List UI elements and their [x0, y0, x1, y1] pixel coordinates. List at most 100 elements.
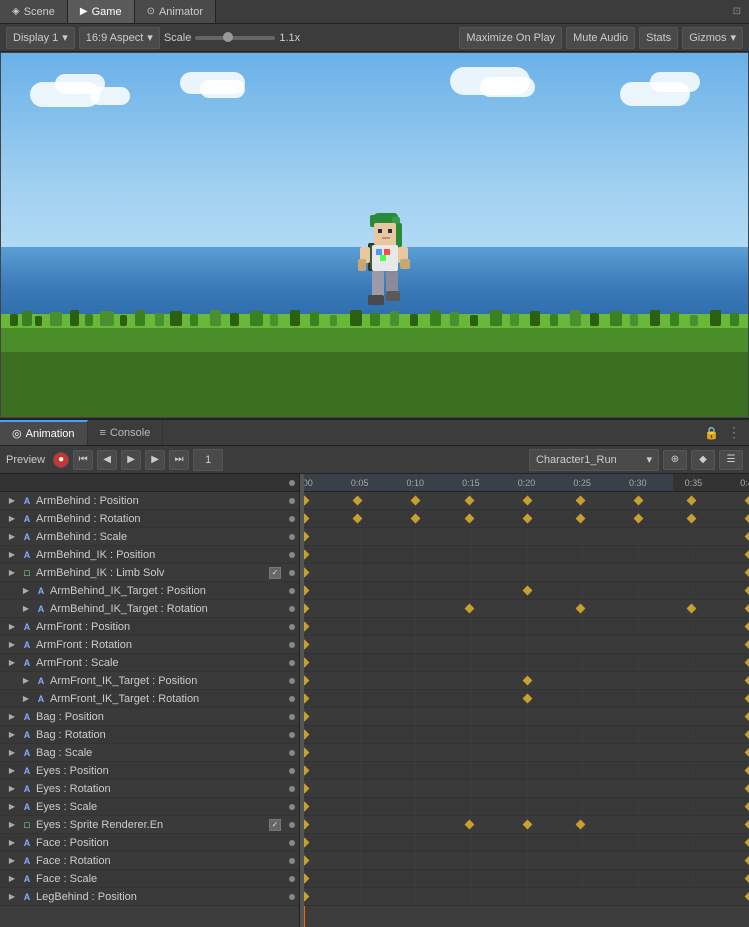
scale-slider[interactable] — [195, 36, 275, 40]
keyframe[interactable] — [745, 676, 749, 686]
keyframe[interactable] — [353, 496, 363, 506]
keyframe[interactable] — [745, 892, 749, 902]
prop-expand-arrow[interactable]: ▶ — [6, 765, 18, 777]
prop-expand-arrow[interactable]: ▶ — [6, 729, 18, 741]
property-row-arm-front-rotation[interactable]: ▶ A ArmFront : Rotation — [0, 636, 299, 654]
keyframe[interactable] — [575, 820, 585, 830]
property-row-arm-behind-ik-position[interactable]: ▶ A ArmBehind_IK : Position — [0, 546, 299, 564]
keyframe[interactable] — [522, 820, 532, 830]
prop-checkbox[interactable]: ✓ — [269, 567, 281, 579]
prop-expand-arrow[interactable]: ▶ — [6, 639, 18, 651]
keyframe[interactable] — [745, 748, 749, 758]
maximize-on-play-button[interactable]: Maximize On Play — [459, 27, 562, 49]
prop-expand-arrow[interactable]: ▶ — [6, 567, 18, 579]
keyframe[interactable] — [464, 820, 474, 830]
keyframe[interactable] — [745, 730, 749, 740]
keyframe[interactable] — [687, 496, 697, 506]
keyframe[interactable] — [353, 514, 363, 524]
keyframe[interactable] — [304, 640, 309, 650]
record-button[interactable]: ● — [53, 452, 69, 468]
keyframe[interactable] — [304, 784, 309, 794]
keyframe[interactable] — [745, 874, 749, 884]
keyframe[interactable] — [745, 766, 749, 776]
aspect-dropdown[interactable]: 16:9 Aspect ▾ — [79, 27, 160, 49]
keyframe[interactable] — [304, 856, 309, 866]
animation-name-dropdown[interactable]: Character1_Run ▾ — [529, 449, 659, 471]
keyframe[interactable] — [745, 496, 749, 506]
property-row-arm-front-scale[interactable]: ▶ A ArmFront : Scale — [0, 654, 299, 672]
keyframe[interactable] — [304, 532, 309, 542]
prop-expand-arrow[interactable]: ▶ — [20, 693, 32, 705]
property-row-face-scale[interactable]: ▶ A Face : Scale — [0, 870, 299, 888]
property-row-eyes-position[interactable]: ▶ A Eyes : Position — [0, 762, 299, 780]
keyframe[interactable] — [464, 496, 474, 506]
property-row-bag-rotation[interactable]: ▶ A Bag : Rotation — [0, 726, 299, 744]
keyframe[interactable] — [745, 604, 749, 614]
prop-expand-arrow[interactable]: ▶ — [6, 783, 18, 795]
window-controls[interactable]: ⊡ — [725, 6, 749, 17]
property-row-face-position[interactable]: ▶ A Face : Position — [0, 834, 299, 852]
property-row-arm-behind-scale[interactable]: ▶ A ArmBehind : Scale — [0, 528, 299, 546]
keyframe[interactable] — [745, 586, 749, 596]
property-row-arm-behind-ik-limbsolv[interactable]: ▶ □ ArmBehind_IK : Limb Solv ✓ — [0, 564, 299, 582]
property-row-eyes-sprite[interactable]: ▶ □ Eyes : Sprite Renderer.En ✓ — [0, 816, 299, 834]
keyframe[interactable] — [464, 604, 474, 614]
prop-expand-arrow[interactable]: ▶ — [6, 747, 18, 759]
prev-frame-button[interactable]: ◀ — [97, 450, 117, 470]
keyframe[interactable] — [745, 856, 749, 866]
play-button[interactable]: ▶ — [121, 450, 141, 470]
keyframe[interactable] — [633, 496, 643, 506]
keyframe[interactable] — [304, 802, 309, 812]
keyframe[interactable] — [745, 658, 749, 668]
property-options-button[interactable]: ☰ — [719, 450, 743, 470]
keyframe[interactable] — [522, 586, 532, 596]
prop-expand-arrow[interactable]: ▶ — [6, 855, 18, 867]
prop-expand-arrow[interactable]: ▶ — [20, 603, 32, 615]
prop-expand-arrow[interactable]: ▶ — [20, 675, 32, 687]
prop-expand-arrow[interactable]: ▶ — [6, 657, 18, 669]
prop-expand-arrow[interactable]: ▶ — [6, 621, 18, 633]
stats-button[interactable]: Stats — [639, 27, 678, 49]
property-row-leg-behind-position[interactable]: ▶ A LegBehind : Position — [0, 888, 299, 906]
keyframe[interactable] — [633, 514, 643, 524]
tab-console[interactable]: ≡ Console — [88, 420, 164, 445]
keyframe[interactable] — [411, 496, 421, 506]
keyframe[interactable] — [304, 874, 309, 884]
next-frame-button[interactable]: ▶ — [145, 450, 165, 470]
property-row-arm-front-position[interactable]: ▶ A ArmFront : Position — [0, 618, 299, 636]
keyframe[interactable] — [745, 784, 749, 794]
keyframe[interactable] — [304, 820, 309, 830]
property-row-arm-front-ik-target-rotation[interactable]: ▶ A ArmFront_IK_Target : Rotation — [0, 690, 299, 708]
keyframe[interactable] — [304, 712, 309, 722]
property-row-bag-scale[interactable]: ▶ A Bag : Scale — [0, 744, 299, 762]
tab-game[interactable]: ▶ Game — [68, 0, 135, 23]
prop-expand-arrow[interactable]: ▶ — [6, 891, 18, 903]
keyframe[interactable] — [745, 694, 749, 704]
keyframe[interactable] — [687, 514, 697, 524]
keyframe[interactable] — [304, 568, 309, 578]
keyframe[interactable] — [745, 640, 749, 650]
property-row-arm-front-ik-target-position[interactable]: ▶ A ArmFront_IK_Target : Position — [0, 672, 299, 690]
keyframe[interactable] — [464, 514, 474, 524]
keyframe[interactable] — [745, 820, 749, 830]
add-keyframe-button[interactable]: ⊕ — [663, 450, 687, 470]
keyframe[interactable] — [304, 748, 309, 758]
keyframe[interactable] — [745, 712, 749, 722]
keyframe[interactable] — [304, 550, 309, 560]
prop-expand-arrow[interactable]: ▶ — [6, 513, 18, 525]
mute-audio-button[interactable]: Mute Audio — [566, 27, 635, 49]
add-curve-button[interactable]: ◆ — [691, 450, 715, 470]
keyframe[interactable] — [304, 676, 309, 686]
keyframe[interactable] — [745, 532, 749, 542]
property-row-eyes-scale[interactable]: ▶ A Eyes : Scale — [0, 798, 299, 816]
go-to-start-button[interactable]: ⏮ — [73, 450, 93, 470]
prop-expand-arrow[interactable]: ▶ — [6, 801, 18, 813]
prop-checkbox[interactable]: ✓ — [269, 819, 281, 831]
prop-expand-arrow[interactable]: ▶ — [6, 873, 18, 885]
keyframe[interactable] — [745, 622, 749, 632]
panel-more-icon[interactable]: ⋮ — [727, 424, 741, 441]
keyframe[interactable] — [575, 496, 585, 506]
keyframe[interactable] — [304, 604, 309, 614]
property-row-face-rotation[interactable]: ▶ A Face : Rotation — [0, 852, 299, 870]
property-row-eyes-rotation[interactable]: ▶ A Eyes : Rotation — [0, 780, 299, 798]
